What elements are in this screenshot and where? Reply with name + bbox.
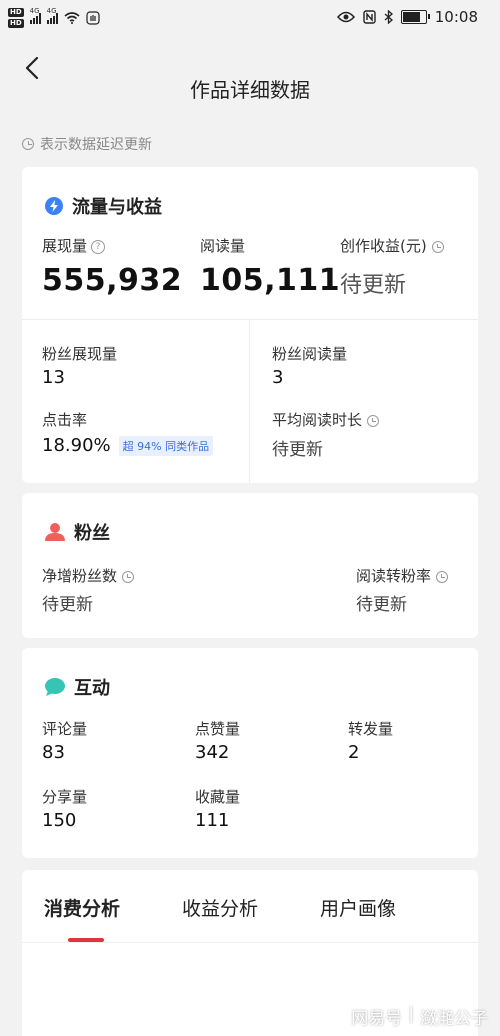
delay-clock-icon bbox=[431, 240, 444, 253]
status-right: 10:08 bbox=[336, 8, 478, 26]
avg-read-label: 平均阅读时长 bbox=[272, 409, 379, 430]
interaction-card-title: 互动 bbox=[44, 674, 110, 700]
ctr-row: 18.90% 超 94% 同类作品 bbox=[42, 435, 214, 456]
watermark: 网易号 | 潋滟公子 bbox=[351, 1004, 488, 1029]
ctr-value: 18.90% bbox=[42, 435, 111, 456]
reads-value: 105,111 bbox=[200, 263, 341, 298]
fan-reads-label: 粉丝阅读量 bbox=[272, 345, 348, 363]
interaction-card: 互动 评论量 83 点赞量 342 转发量 2 分享量 150 收藏量 111 bbox=[22, 648, 478, 858]
delay-clock-icon bbox=[366, 414, 379, 427]
traffic-title-text: 流量与收益 bbox=[72, 197, 162, 218]
signal-icon-1: 4G bbox=[29, 7, 41, 24]
earnings-value: 待更新 bbox=[340, 273, 407, 298]
reposts-value: 2 bbox=[348, 742, 360, 763]
status-bar: HD HD 4G 4G 10:08 bbox=[0, 0, 500, 38]
impressions-value: 555,932 bbox=[42, 263, 183, 298]
status-left: HD HD 4G 4G bbox=[8, 7, 100, 28]
tab-user-profile[interactable]: 用户画像 bbox=[320, 894, 396, 921]
avg-read-value: 待更新 bbox=[272, 440, 323, 460]
wifi-icon bbox=[64, 12, 80, 24]
tab-earnings-analysis[interactable]: 收益分析 bbox=[182, 894, 258, 921]
fans-card: 粉丝 净增粉丝数 待更新 阅读转粉率 待更新 bbox=[22, 493, 478, 638]
page-title: 作品详细数据 bbox=[190, 78, 310, 102]
delay-clock-icon bbox=[435, 570, 448, 583]
nfc-icon bbox=[363, 10, 376, 24]
read-to-fan-label: 阅读转粉率 bbox=[356, 565, 448, 586]
interaction-title-text: 互动 bbox=[74, 678, 110, 699]
reads-label: 阅读量 bbox=[200, 237, 246, 255]
watermark-right: 潋滟公子 bbox=[420, 1009, 488, 1029]
traffic-card-title: 流量与收益 bbox=[44, 193, 162, 219]
shares-label: 分享量 bbox=[42, 788, 88, 806]
hd-tags: HD HD bbox=[8, 8, 24, 28]
impressions-label: 展现量? bbox=[42, 235, 106, 256]
earnings-label: 创作收益(元) bbox=[340, 235, 444, 256]
clock-time: 10:08 bbox=[434, 8, 478, 26]
battery-icon bbox=[400, 10, 430, 24]
tab-consumption-analysis[interactable]: 消费分析 bbox=[44, 894, 120, 921]
watermark-left: 网易号 bbox=[351, 1009, 403, 1029]
reposts-label: 转发量 bbox=[348, 720, 394, 738]
help-icon[interactable]: ? bbox=[91, 239, 106, 254]
fans-title-text: 粉丝 bbox=[74, 523, 110, 544]
comments-label: 评论量 bbox=[42, 720, 88, 738]
hd-tag-1: HD bbox=[8, 8, 24, 17]
delay-notice-text: 表示数据延迟更新 bbox=[40, 137, 152, 153]
favorites-value: 111 bbox=[195, 810, 230, 831]
likes-value: 342 bbox=[195, 742, 230, 763]
watermark-separator: | bbox=[408, 1004, 414, 1024]
fan-impressions-label: 粉丝展现量 bbox=[42, 345, 118, 363]
shares-value: 150 bbox=[42, 810, 77, 831]
comments-value: 83 bbox=[42, 742, 65, 763]
delay-clock-icon bbox=[121, 570, 134, 583]
chat-bubble-icon bbox=[45, 678, 65, 696]
clock-icon bbox=[22, 138, 34, 150]
divider-vertical bbox=[249, 319, 250, 483]
traffic-card: 流量与收益 展现量? 555,932 阅读量 105,111 创作收益(元) 待… bbox=[22, 167, 478, 483]
battery-fill bbox=[402, 12, 420, 22]
hd-tag-2: HD bbox=[8, 19, 24, 28]
signal-icon-2: 4G bbox=[46, 7, 58, 24]
fan-impressions-value: 13 bbox=[42, 367, 65, 388]
bluetooth-icon bbox=[384, 10, 393, 24]
likes-label: 点赞量 bbox=[195, 720, 241, 738]
eye-icon bbox=[336, 11, 355, 23]
net-fans-label: 净增粉丝数 bbox=[42, 565, 134, 586]
ctr-rank-badge: 超 94% 同类作品 bbox=[118, 436, 214, 456]
delay-notice: 表示数据延迟更新 bbox=[22, 134, 152, 154]
person-icon bbox=[45, 523, 65, 541]
fan-reads-value: 3 bbox=[272, 367, 284, 388]
fans-card-title: 粉丝 bbox=[44, 519, 110, 545]
tabs-divider bbox=[22, 942, 478, 943]
hand-icon bbox=[86, 11, 100, 25]
ctr-label: 点击率 bbox=[42, 411, 88, 429]
lightning-icon bbox=[45, 197, 63, 215]
favorites-label: 收藏量 bbox=[195, 788, 241, 806]
net-fans-value: 待更新 bbox=[42, 595, 93, 615]
divider bbox=[22, 319, 478, 320]
read-to-fan-value: 待更新 bbox=[356, 595, 407, 615]
